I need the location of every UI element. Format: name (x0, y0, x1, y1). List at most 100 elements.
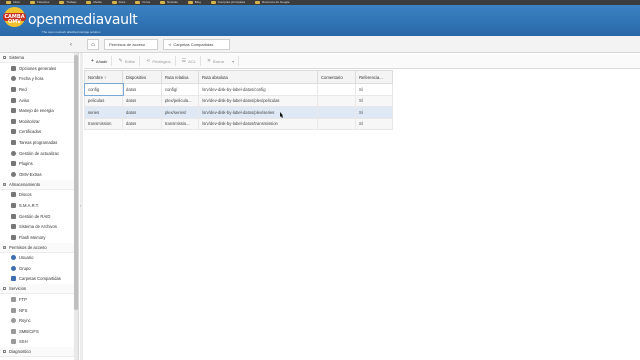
sidebar-item[interactable]: Carpetas Compartidas (0, 274, 78, 285)
sidebar-item-label: Gestión de actualizac (19, 150, 60, 156)
sidebar-item[interactable]: Plugins (0, 158, 78, 169)
collapse-icon: − (3, 286, 6, 291)
sidebar-item-label: Monitorizar (19, 118, 40, 124)
disk-icon (11, 192, 16, 198)
sidebar-item[interactable]: Discos (0, 190, 78, 201)
breadcrumb-carpetas[interactable]: ⋖ Carpetas Compartidas (163, 39, 230, 50)
table-cell: datos (122, 106, 162, 119)
sidebar-item[interactable]: Opciones generales (0, 63, 78, 74)
sidebar: − Sistema Opciones generales Fecha y hora Re… (0, 53, 79, 360)
shared-folders-table: Nombre ↑ Dispositivo Ruta relativa Ruta abs… (83, 70, 393, 130)
brand-title: openmediavault (28, 12, 138, 28)
app-header: CAMBA OMV openmediavault The open networ… (0, 5, 640, 36)
sidebar-item[interactable]: S.M.A.R.T. (0, 200, 78, 211)
sidebar-item-label: Tareas programadas (19, 139, 58, 145)
share-icon (11, 276, 16, 282)
collapse-icon: − (3, 245, 6, 249)
table-cell: plex/pelicula... (161, 94, 199, 107)
sidebar-item[interactable]: SSH (0, 337, 78, 348)
sidebar-group-label: Diagnostico (9, 349, 31, 355)
sidebar-item[interactable]: Gestión de actualizac (0, 148, 78, 159)
folder-icon (86, 1, 92, 4)
table-cell: plex/series/ (161, 106, 199, 119)
sidebar-item[interactable]: Usuario (0, 253, 78, 264)
table-cell: /srv/dev-disk-by-label-datos/plex/series (198, 106, 318, 119)
table-cell: transmissio... (161, 117, 199, 130)
sidebar-item-label: Flash Memory (19, 234, 46, 240)
sidebar-item-label: Fecha y hora (19, 76, 44, 82)
sidebar-scrollbar[interactable] (74, 53, 78, 360)
table-row[interactable]: config datos config//srv/dev-disk-by-label… (83, 82, 393, 96)
mail-icon (11, 97, 16, 103)
update-icon (11, 150, 16, 156)
column-header[interactable]: Referencia... (355, 70, 393, 84)
sidebar-item[interactable]: Fecha y hora (0, 74, 78, 85)
sidebar-item[interactable]: Tareas programadas (0, 137, 78, 148)
sidebar-item[interactable]: FTP (0, 294, 78, 305)
list-icon: ☰ (181, 57, 187, 64)
column-header[interactable]: Ruta absoluta (198, 70, 318, 84)
extras-icon (11, 171, 16, 177)
table-cell (317, 94, 356, 107)
panel-splitter[interactable]: ‹ (80, 53, 83, 360)
edit-button[interactable]: ✎ Editar (114, 56, 141, 66)
sidebar-item[interactable]: Monitorizar (0, 116, 78, 127)
table-row[interactable]: series datos plex/series//srv/dev-disk-by-… (84, 106, 393, 119)
sidebar-item[interactable]: SMB/CIFS (0, 326, 78, 337)
table-cell (317, 117, 356, 130)
sidebar-group[interactable]: − Permisos de acceso (0, 242, 78, 253)
folder-icon (210, 1, 216, 4)
sidebar-group[interactable]: − Sistema (0, 53, 78, 63)
table-cell: config (83, 82, 124, 96)
mouse-cursor (280, 112, 283, 118)
sidebar-item[interactable]: Manejo de energia (0, 105, 78, 116)
folder-icon (187, 1, 193, 4)
table-cell (317, 106, 356, 119)
network-icon (11, 86, 16, 92)
sidebar-group[interactable]: − Diagnostico (0, 347, 78, 358)
sidebar-item[interactable]: Gestión de RAID (0, 211, 78, 222)
collapse-sidebar-icon[interactable]: ‹ (67, 41, 75, 49)
column-header[interactable]: Ruta relativa (161, 70, 199, 84)
column-header[interactable]: Nombre ↑ (84, 70, 123, 84)
sidebar-item-label: NFS (19, 307, 28, 313)
plus-icon: + (91, 57, 94, 64)
navigation-bar: ‹ ⌂ Permisos de acceso ⋖ Carpetas Compar… (0, 36, 640, 53)
add-label: Añadir (95, 58, 108, 64)
add-button[interactable]: + Añadir (87, 56, 113, 66)
table-row[interactable]: transmission datos transmissio.../srv/dev-… (84, 117, 393, 130)
breadcrumb-permisos[interactable]: Permisos de acceso (104, 39, 158, 50)
column-header[interactable]: Comentario (317, 70, 356, 84)
privileges-button[interactable]: ⋖ Privilegios (142, 56, 176, 66)
sidebar-item[interactable]: OMV-Extras (0, 169, 78, 180)
collapse-icon: − (3, 349, 6, 354)
sidebar-item[interactable]: Aviso (0, 95, 78, 106)
sidebar-item-label: Discos (19, 192, 32, 198)
sidebar-group[interactable]: − Servicios (0, 284, 78, 295)
sidebar-item-label: Red (19, 86, 27, 92)
logo-text: CAMBA OMV (4, 14, 25, 25)
delete-button[interactable]: ✕ Borrar ▾ (203, 56, 240, 66)
home-icon: ⌂ (91, 41, 95, 48)
table-cell: /srv/dev-disk-by-label-datos/transmissio… (198, 117, 318, 130)
folder-icon (160, 1, 166, 4)
ftp-icon (11, 297, 16, 303)
table-cell (317, 83, 356, 96)
sidebar-item[interactable]: Grupo (0, 263, 78, 274)
folder-icon (111, 1, 117, 4)
folder-icon (6, 1, 11, 4)
sidebar-item[interactable]: NFS (0, 305, 78, 316)
acl-button[interactable]: ☰ ACL (178, 56, 201, 66)
sidebar-item-label: Opciones generales (19, 65, 57, 71)
home-button[interactable]: ⌂ (87, 39, 99, 50)
brand-tagline: The open network attached storage soluti… (42, 30, 101, 34)
column-header[interactable]: Dispositivo (122, 70, 162, 84)
sidebar-item-label: Grupo (19, 265, 31, 271)
sidebar-group[interactable]: − Almacenamiento (0, 179, 78, 190)
sidebar-item[interactable]: Rsync (0, 315, 78, 326)
sidebar-item[interactable]: Flash Memory (0, 232, 78, 243)
sidebar-item[interactable]: Certificados (0, 127, 78, 138)
table-row[interactable]: peliculas datos plex/pelicula.../srv/dev-d… (84, 94, 393, 107)
sidebar-item[interactable]: Red (0, 84, 78, 95)
sidebar-item[interactable]: Sistema de Archivos (0, 221, 78, 232)
